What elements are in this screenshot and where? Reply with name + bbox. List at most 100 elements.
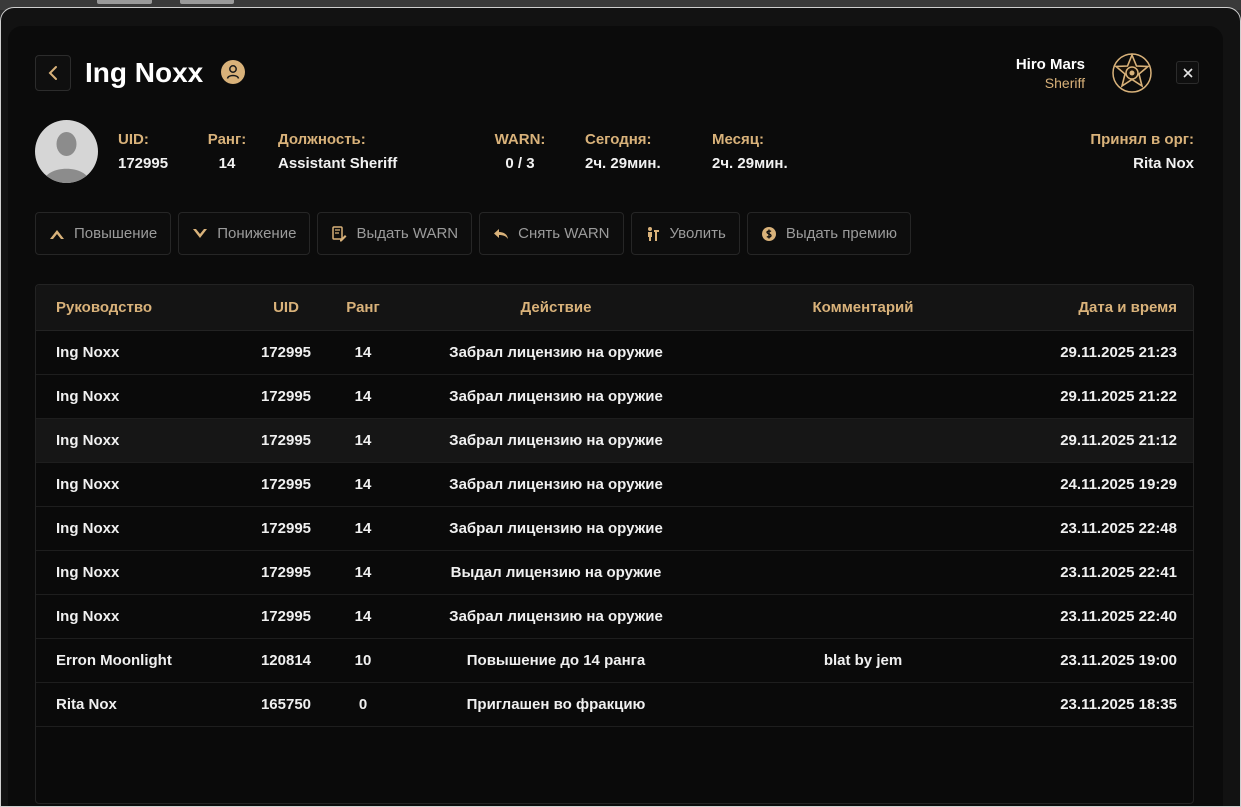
stat-value: 2ч. 29мин.	[585, 155, 661, 172]
close-icon	[1182, 67, 1193, 78]
action-label: Уволить	[669, 225, 726, 242]
cell-rank: 14	[354, 520, 372, 537]
stat-label: Принял в орг:	[1090, 131, 1194, 148]
cell-leader: Ing Noxx	[56, 476, 120, 493]
close-button[interactable]	[1176, 61, 1199, 84]
stat-label: Должность:	[278, 131, 366, 148]
action-label: Выдать премию	[785, 225, 897, 242]
action-label: Понижение	[217, 225, 297, 242]
cell-leader: Ing Noxx	[56, 432, 120, 449]
stat-uid: UID: 172995	[118, 131, 168, 173]
cell-leader: Erron Moonlight	[56, 652, 172, 669]
user-profile-icon[interactable]	[221, 60, 245, 84]
cell-rank: 14	[354, 344, 372, 361]
cell-uid: 172995	[260, 520, 312, 537]
cell-action: Приглашен во фракцию	[466, 696, 646, 713]
page-title: Ing Noxx	[85, 57, 204, 88]
cell-action: Забрал лицензию на оружие	[449, 432, 663, 449]
tab-indicator	[97, 0, 152, 4]
table-row[interactable]: Ing Noxx 172995 14 Забрал лицензию на ор…	[36, 463, 1193, 507]
cell-datetime: 23.11.2025 22:48	[1060, 520, 1177, 537]
undo-icon	[494, 228, 509, 239]
column-header: UID	[273, 299, 299, 316]
cell-datetime: 24.11.2025 19:29	[1060, 476, 1177, 493]
cell-action: Забрал лицензию на оружие	[449, 388, 663, 405]
column-header: Комментарий	[812, 299, 914, 316]
cell-action: Забрал лицензию на оружие	[449, 344, 663, 361]
stat-value: Assistant Sheriff	[278, 155, 398, 172]
table-row[interactable]: Ing Noxx 172995 14 Забрал лицензию на ор…	[36, 595, 1193, 639]
table-row[interactable]: Erron Moonlight 120814 10 Повышение до 1…	[36, 639, 1193, 683]
document-pen-icon	[332, 225, 347, 241]
action-toolbar: Повышение Понижение Выдать WARN Снять WA…	[35, 212, 911, 255]
table-row[interactable]: Rita Nox 165750 0 Приглашен во фракцию 2…	[36, 683, 1193, 727]
promote-button[interactable]: Повышение	[35, 212, 172, 255]
cell-action: Повышение до 14 ранга	[466, 652, 646, 669]
sheriff-star-badge-icon	[1110, 51, 1154, 95]
stat-warn: WARN: 0 / 3	[494, 131, 546, 173]
stat-value: 2ч. 29мин.	[712, 155, 788, 172]
cell-rank: 0	[358, 696, 368, 713]
cell-uid: 172995	[260, 476, 312, 493]
stat-month: Месяц: 2ч. 29мин.	[712, 131, 788, 173]
cell-uid: 172995	[260, 564, 312, 581]
stat-value: 14	[218, 155, 236, 172]
cell-uid: 165750	[260, 696, 312, 713]
column-header: Ранг	[346, 299, 380, 316]
table-row[interactable]: Ing Noxx 172995 14 Выдал лицензию на ору…	[36, 551, 1193, 595]
history-table: Руководство UID Ранг Действие Комментари…	[35, 284, 1194, 804]
cell-uid: 172995	[260, 608, 312, 625]
cell-action: Выдал лицензию на оружие	[450, 564, 662, 581]
fire-button[interactable]: Уволить	[630, 212, 740, 255]
cell-leader: Ing Noxx	[56, 520, 120, 537]
stat-label: WARN:	[494, 131, 546, 148]
give-bonus-button[interactable]: Выдать премию	[746, 212, 911, 255]
stat-position: Должность: Assistant Sheriff	[278, 131, 397, 173]
column-header: Действие	[520, 299, 592, 316]
cell-datetime: 23.11.2025 19:00	[1060, 652, 1177, 669]
give-warn-button[interactable]: Выдать WARN	[317, 212, 473, 255]
cell-uid: 172995	[260, 388, 312, 405]
remove-warn-button[interactable]: Снять WARN	[479, 212, 624, 255]
stat-label: Месяц:	[712, 131, 764, 148]
chevron-left-icon	[48, 66, 57, 80]
cell-rank: 14	[354, 476, 372, 493]
demote-button[interactable]: Понижение	[178, 212, 311, 255]
tab-indicator	[180, 0, 234, 4]
avatar	[35, 120, 98, 183]
table-row[interactable]: Ing Noxx 172995 14 Забрал лицензию на ор…	[36, 507, 1193, 551]
cell-rank: 14	[354, 564, 372, 581]
cell-action: Забрал лицензию на оружие	[449, 608, 663, 625]
cell-datetime: 23.11.2025 22:40	[1060, 608, 1177, 625]
cell-leader: Ing Noxx	[56, 388, 120, 405]
cell-rank: 14	[354, 388, 372, 405]
column-header: Дата и время	[1078, 299, 1177, 316]
table-header: Руководство UID Ранг Действие Комментари…	[36, 285, 1193, 331]
cell-comment: blat by jem	[823, 652, 903, 669]
table-row[interactable]: Ing Noxx 172995 14 Забрал лицензию на ор…	[36, 375, 1193, 419]
cell-leader: Ing Noxx	[56, 608, 120, 625]
table-row[interactable]: Ing Noxx 172995 14 Забрал лицензию на ор…	[36, 419, 1193, 463]
cell-datetime: 29.11.2025 21:22	[1060, 388, 1177, 405]
stat-label: UID:	[118, 131, 149, 148]
cell-rank: 14	[354, 432, 372, 449]
stat-rank: Ранг: 14	[207, 131, 247, 173]
cell-uid: 120814	[260, 652, 312, 669]
action-label: Повышение	[74, 225, 158, 242]
chevron-down-icon	[193, 228, 208, 238]
cell-rank: 14	[354, 608, 372, 625]
stat-label: Ранг:	[207, 131, 247, 148]
cell-datetime: 29.11.2025 21:23	[1060, 344, 1177, 361]
cell-leader: Ing Noxx	[56, 344, 120, 361]
stat-value: Rita Nox	[1133, 155, 1194, 172]
back-button[interactable]	[35, 55, 71, 91]
chevron-up-icon	[50, 229, 64, 239]
stat-value: 0 / 3	[505, 155, 535, 172]
stat-value: 172995	[118, 155, 169, 172]
avatar-silhouette-icon	[43, 132, 90, 183]
stat-label: Сегодня:	[585, 131, 652, 148]
cell-uid: 172995	[260, 344, 312, 361]
table-row[interactable]: Ing Noxx 172995 14 Забрал лицензию на ор…	[36, 331, 1193, 375]
viewer-role: Sheriff	[1044, 75, 1085, 91]
cell-datetime: 23.11.2025 22:41	[1060, 564, 1177, 581]
